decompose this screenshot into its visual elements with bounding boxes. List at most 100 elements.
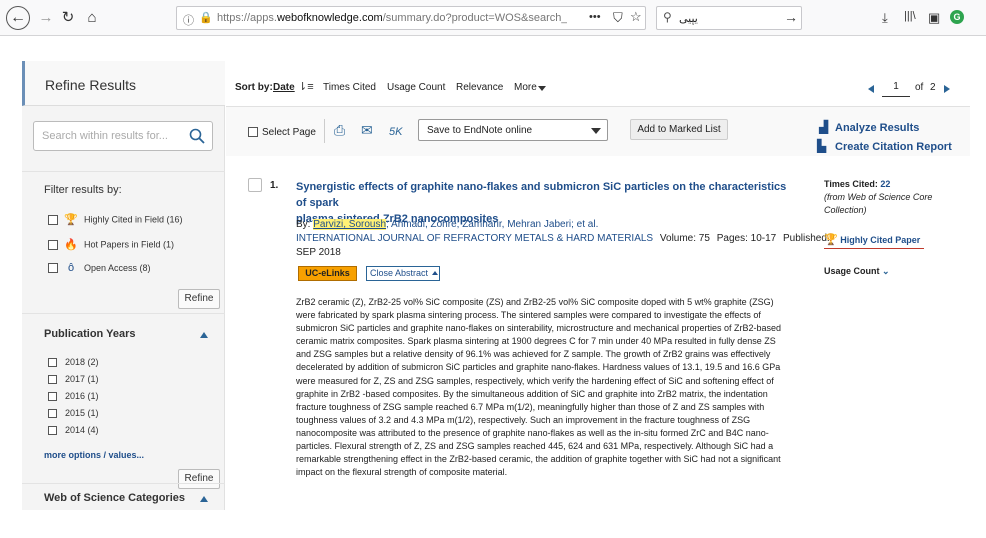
checkbox[interactable] <box>48 426 57 436</box>
published-date: SEP 2018 <box>296 247 341 258</box>
results-toolbar: Select Page ⎙ ✉ 5K Save to EndNote onlin… <box>226 107 970 156</box>
published-label: Published: <box>783 233 830 244</box>
citation-report-icon[interactable]: ▙ <box>817 139 826 153</box>
journal-link[interactable]: INTERNATIONAL JOURNAL OF REFRACTORY META… <box>296 233 653 244</box>
close-abstract-label: Close Abstract <box>370 268 429 278</box>
year-option[interactable]: 2017 (1) <box>48 374 99 385</box>
usage-count-label: Usage Count <box>824 266 880 276</box>
authors-rest[interactable]: ; Ahmadi, Zohre; Zamharir, Mehran Jaberi… <box>386 219 598 230</box>
create-citation-report-link[interactable]: Create Citation Report <box>835 141 952 153</box>
usage-count-toggle[interactable]: Usage Count ⌄ <box>824 266 890 277</box>
next-page-icon[interactable] <box>944 85 950 93</box>
flame-icon: 🔥 <box>64 239 78 251</box>
checkbox[interactable] <box>48 392 57 402</box>
checkbox[interactable] <box>48 214 58 225</box>
close-abstract-button[interactable]: Close Abstract <box>366 266 440 281</box>
checkbox[interactable] <box>48 375 57 385</box>
search-icon: ⚲ <box>663 10 672 24</box>
refine-button[interactable]: Refine <box>178 289 220 309</box>
forward-icon[interactable]: → <box>34 6 58 30</box>
refine-header: Refine Results <box>22 61 225 106</box>
sort-relevance[interactable]: Relevance <box>456 82 503 93</box>
search-bar[interactable]: ⚲ یپیی → <box>656 6 802 30</box>
address-bar[interactable]: ⓘ 🔒 https://apps.webofknowledge.com/summ… <box>176 6 646 30</box>
scroll-fragment: · <box>46 36 49 38</box>
back-icon[interactable]: ← <box>6 6 30 30</box>
year-label: 2016 (1) <box>65 391 99 401</box>
go-arrow-icon[interactable]: → <box>784 9 798 25</box>
sort-descending-icon[interactable]: ⇂≡ <box>298 80 314 93</box>
reload-icon[interactable]: ↻ <box>56 6 80 30</box>
record-authors: By: Parvizi, Soroush; Ahmadi, Zohre; Zam… <box>296 219 598 230</box>
prev-page-icon[interactable] <box>868 85 874 93</box>
wos-categories-section: Web of Science Categories <box>22 483 225 510</box>
pages: Pages: 10-17 <box>716 233 777 244</box>
magnifier-icon[interactable] <box>189 128 205 144</box>
year-option[interactable]: 2014 (4) <box>48 425 99 436</box>
analyze-icon[interactable]: ▟ <box>819 120 828 134</box>
add-to-marked-button[interactable]: Add to Marked List <box>630 119 728 140</box>
year-option[interactable]: 2016 (1) <box>48 391 99 402</box>
filter-highly-cited[interactable]: 🏆 Highly Cited in Field (16) <box>48 213 183 226</box>
bookmark-star-icon[interactable]: ☆ <box>630 9 642 25</box>
info-icon[interactable]: ⓘ <box>183 12 194 28</box>
caret-up-icon <box>432 271 438 275</box>
email-icon[interactable]: ✉ <box>361 122 373 139</box>
print-icon[interactable]: ⎙ <box>334 122 345 139</box>
year-option[interactable]: 2015 (1) <box>48 408 99 419</box>
download-icon[interactable]: ⤓ <box>882 10 888 26</box>
extension-icon[interactable]: G <box>950 10 964 24</box>
page-total: 2 <box>930 82 936 93</box>
library-icon[interactable]: |||\ <box>904 10 916 22</box>
sort-date[interactable]: Date <box>273 82 295 93</box>
results-main: Sort by: Date ⇂≡ Times Cited Usage Count… <box>226 61 970 510</box>
filter-hot-papers[interactable]: 🔥 Hot Papers in Field (1) <box>48 238 174 251</box>
checkbox[interactable] <box>48 239 58 250</box>
sort-usage-count[interactable]: Usage Count <box>387 82 445 93</box>
times-cited-label: Times Cited: <box>824 179 878 189</box>
year-label: 2015 (1) <box>65 408 99 418</box>
page-actions-icon[interactable]: ••• <box>589 11 601 23</box>
times-cited-value[interactable]: 22 <box>880 179 890 189</box>
filter-section: Filter results by: 🏆 Highly Cited in Fiel… <box>22 171 225 313</box>
trophy-icon: 🏆 <box>64 214 78 226</box>
trophy-icon: 🏆 <box>824 234 838 246</box>
wos-categories-title: Web of Science Categories <box>44 492 186 504</box>
five-k-link[interactable]: 5K <box>389 126 402 138</box>
uc-elinks-button[interactable]: UC-eLinks <box>298 266 357 281</box>
record-checkbox[interactable] <box>248 178 262 192</box>
browser-toolbar: ← → ↻ ⌂ ⓘ 🔒 https://apps.webofknowledge.… <box>0 0 986 36</box>
sort-label: Sort by: <box>235 82 273 93</box>
author-highlighted[interactable]: Parvizi, Soroush <box>313 219 387 230</box>
record-number: 1. <box>270 180 279 191</box>
more-options-link[interactable]: more options / values... <box>44 450 144 460</box>
checkbox[interactable] <box>48 358 57 368</box>
record-title-line1: Synergistic effects of graphite nano-fla… <box>296 181 787 209</box>
collapse-up-icon[interactable] <box>200 496 208 502</box>
chevron-down-icon <box>591 128 601 134</box>
chevron-down-icon[interactable] <box>538 86 546 91</box>
analyze-results-link[interactable]: Analyze Results <box>835 122 919 134</box>
save-to-select[interactable]: Save to EndNote online <box>418 119 608 141</box>
search-within-input[interactable]: Search within results for... <box>33 121 213 151</box>
filter-open-access[interactable]: ô Open Access (8) <box>48 262 151 274</box>
highly-cited-badge[interactable]: 🏆 Highly Cited Paper <box>824 233 924 249</box>
collapse-up-icon[interactable] <box>200 332 208 338</box>
filter-label: Highly Cited in Field (16) <box>84 214 183 225</box>
highly-cited-label: Highly Cited Paper <box>840 235 921 245</box>
sort-more[interactable]: More <box>514 82 537 93</box>
checkbox[interactable] <box>48 409 57 419</box>
page-number-input[interactable]: 1 <box>882 77 910 97</box>
filter-title: Filter results by: <box>44 184 122 196</box>
checkbox[interactable] <box>48 263 58 273</box>
sidebar-icon[interactable]: ▣ <box>928 10 940 26</box>
sort-times-cited[interactable]: Times Cited <box>323 82 376 93</box>
home-icon[interactable]: ⌂ <box>80 6 104 30</box>
select-page-checkbox[interactable] <box>248 127 258 137</box>
year-option[interactable]: 2018 (2) <box>48 357 99 368</box>
pocket-icon[interactable]: ⛉ <box>613 10 623 26</box>
year-label: 2014 (4) <box>65 425 99 435</box>
url-suffix: /summary.do?product=WOS&search_mode <box>382 12 567 24</box>
open-lock-icon: ô <box>67 262 75 274</box>
abstract-text: ZrB2 ceramic (Z), ZrB2-25 vol% SiC compo… <box>296 297 782 478</box>
